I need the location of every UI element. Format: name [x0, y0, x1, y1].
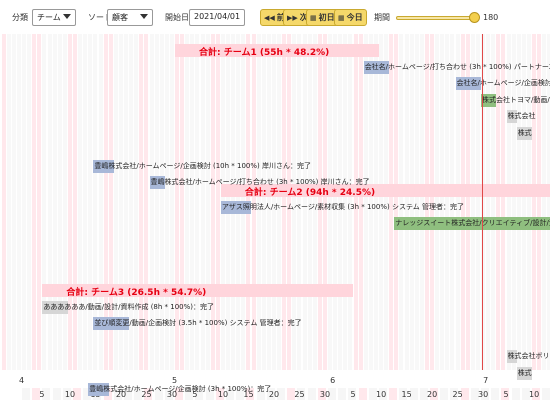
- period-slider-thumb[interactable]: [469, 12, 480, 23]
- axis-day-label: 5: [39, 390, 45, 399]
- day-column: [83, 34, 88, 370]
- today-button-label: 今日: [346, 13, 363, 22]
- axis-day-label: 25: [452, 390, 463, 399]
- axis-day-cell: [440, 388, 449, 400]
- axis-day-cell: [338, 388, 347, 400]
- axis-day-label: 30: [319, 390, 331, 399]
- task-label: ナレッジスイート株式会社/クリエイティブ/設計/資料作成: [395, 219, 550, 227]
- period-slider-track[interactable]: [396, 16, 474, 20]
- task-label: アザス照明法人/ホームページ/素材収集 (3h * 100%) システム 管理者…: [221, 202, 464, 211]
- category-select-value: チーム: [37, 13, 61, 22]
- toolbar: 分類 チーム ソート 顧客 開始日 2021/04/01 ◀◀ 前 ▶▶ 次 ▦ 初日…: [0, 0, 550, 34]
- sort-select[interactable]: 顧客: [107, 9, 153, 26]
- period-label: 期間: [374, 13, 390, 22]
- axis-day-label: 20: [427, 390, 438, 399]
- day-column: [47, 34, 52, 370]
- task-label: 株式会社: [507, 112, 536, 120]
- day-column: [62, 34, 67, 370]
- task-label: 豊嶋株式会社/ホームページ/企画検討 (3h * 100%)：完了: [89, 385, 272, 393]
- double-left-arrow-icon: ◀◀: [264, 14, 275, 22]
- axis-month-label: 7: [483, 376, 489, 385]
- axis-day-cell: [491, 388, 500, 400]
- task-label: 豊嶋株式会社/ホームページ/企画検討 (10h * 100%) 岸川さん：完了: [94, 161, 311, 170]
- start-date-input[interactable]: 2021/04/01: [189, 9, 245, 26]
- calendar-icon: ▦: [338, 14, 345, 22]
- axis-day-cell: [52, 388, 61, 400]
- axis-day-cell: [307, 388, 316, 400]
- axis-day-label: 10: [529, 390, 540, 399]
- task-label: 会社名/ホームページ/企画検討 (3h * 100%) パートナー2：完了: [456, 79, 550, 87]
- group-summary-label: 合計: チーム3 (26.5h * 54.7%): [66, 288, 207, 298]
- axis-day-cell: [511, 388, 520, 400]
- task-label: 並び順変更/動画/企画検討 (3.5h * 100%) システム 管理者：完了: [94, 319, 302, 327]
- task-label: 株式会社トヨマ/動画/: [482, 95, 550, 104]
- day-column: [52, 34, 57, 370]
- day-column: [11, 34, 16, 370]
- double-right-arrow-icon: ▶▶: [287, 14, 298, 22]
- task-label: 会社名/ホームページ/打ち合わせ (3h * 100%) パートナー2：完了: [364, 62, 550, 71]
- day-column: [1, 34, 6, 370]
- day-column: [27, 34, 32, 370]
- task-label: 株式: [517, 128, 532, 137]
- axis-day-label: 30: [478, 390, 489, 399]
- day-column: [73, 34, 77, 370]
- axis-day-label: 10: [64, 390, 76, 399]
- start-date-label: 開始日: [165, 13, 189, 22]
- start-date-value: 2021/04/01: [194, 12, 241, 21]
- axis-day-label: 15: [401, 390, 412, 399]
- task-label: ああああああ/動画/設計/資料作成 (8h * 100%)：完了: [43, 302, 215, 311]
- day-column: [22, 34, 26, 370]
- gantt-chart: 合計: チーム1 (55h * 48.2%) 会社名/ホームページ/打ち合わせ (…: [0, 34, 550, 400]
- day-column: [57, 34, 62, 370]
- period-value: 180: [483, 13, 499, 22]
- day-column: [42, 34, 47, 370]
- today-button[interactable]: ▦ 今日: [334, 9, 367, 26]
- category-select[interactable]: チーム: [32, 9, 76, 26]
- task-label: 株式会社ボリン: [507, 352, 550, 360]
- axis-month-label: 4: [19, 376, 25, 385]
- group-summary-label: 合計: チーム1 (55h * 48.2%): [199, 48, 330, 58]
- axis-day-label: 25: [294, 390, 305, 399]
- axis-day-label: 10: [376, 390, 387, 399]
- axis-day-cell: [542, 388, 550, 400]
- axis-day-cell: [389, 388, 398, 400]
- axis-day-cell: [22, 388, 30, 400]
- day-column: [6, 34, 11, 370]
- axis-day-label: 5: [350, 390, 356, 399]
- category-label: 分類: [12, 13, 28, 22]
- axis-day-cell: [358, 388, 367, 400]
- task-label: 株式: [517, 368, 532, 377]
- sort-select-value: 顧客: [112, 13, 128, 22]
- chevron-down-icon: [63, 14, 71, 19]
- day-column: [16, 34, 21, 370]
- calendar-icon: ▦: [310, 14, 317, 22]
- day-column: [32, 34, 37, 370]
- day-column: [67, 34, 72, 370]
- first-day-button-label: 初日: [318, 13, 335, 22]
- chevron-down-icon: [140, 14, 148, 19]
- axis-day-label: 5: [503, 390, 509, 399]
- axis-month-label: 6: [330, 376, 336, 385]
- day-column: [88, 34, 93, 370]
- group-summary-label: 合計: チーム2 (94h * 24.5%): [244, 188, 376, 198]
- today-line: [482, 34, 483, 370]
- day-column: [78, 34, 83, 370]
- day-column: [37, 34, 42, 370]
